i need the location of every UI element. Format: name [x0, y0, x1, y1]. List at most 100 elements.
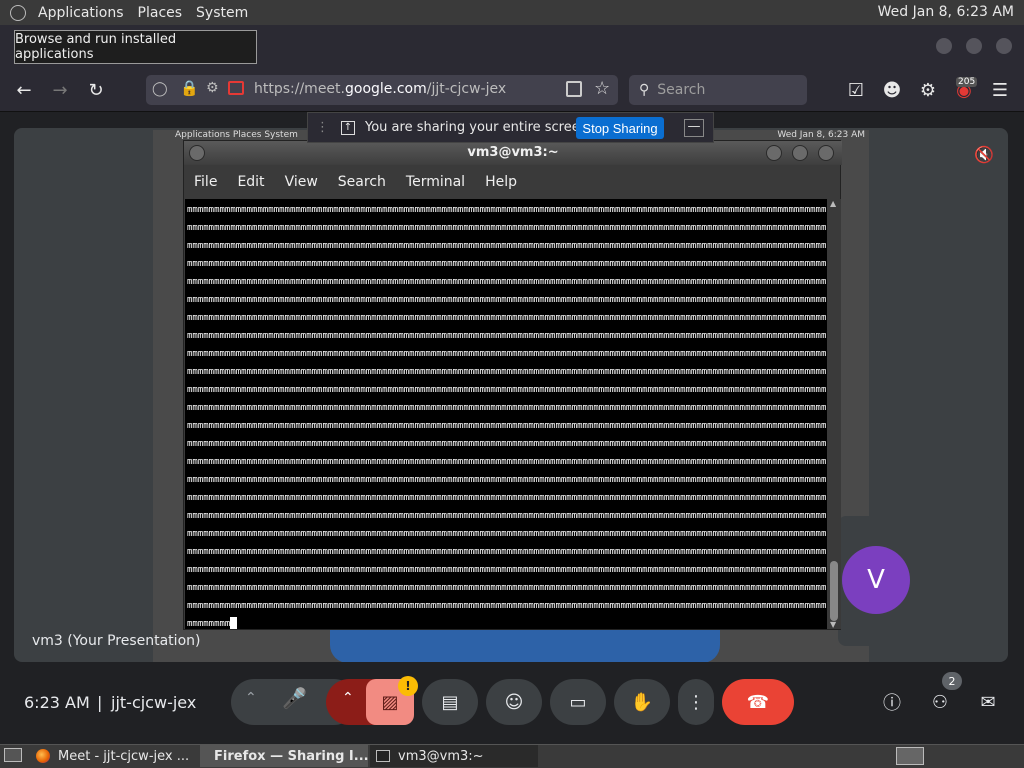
minimize-share-bar-icon[interactable]: — — [684, 119, 704, 137]
terminal-line: mmmmmmmmmmmmmmmmmmmmmmmmmmmmmmmmmmmmmmmm… — [187, 385, 827, 395]
taskbar-item-terminal[interactable]: vm3@vm3:~ — [370, 745, 538, 767]
stop-sharing-button[interactable]: Stop Sharing — [576, 117, 664, 139]
url-bar[interactable]: ◯ 🔒 ⚙ https://meet.google.com/jjt-cjcw-j… — [146, 75, 618, 105]
terminal-close-button[interactable] — [818, 145, 834, 161]
extension-count-badge: 205 — [956, 77, 978, 87]
terminal-scroll-thumb[interactable] — [830, 561, 838, 621]
terminal-window[interactable]: vm3@vm3:~ File Edit View Search Terminal… — [183, 140, 842, 630]
more-options-icon[interactable]: ⋮ — [678, 679, 714, 725]
scroll-down-icon[interactable]: ▼ — [830, 620, 836, 629]
workspace-switcher[interactable] — [896, 747, 924, 765]
system-top-bar: Applications Places System Wed Jan 8, 6:… — [0, 0, 1024, 25]
preview-mini-clock: Wed Jan 8, 6:23 AM — [777, 130, 865, 140]
menu-applications[interactable]: Applications — [38, 5, 124, 21]
terminal-menu-search[interactable]: Search — [338, 174, 386, 190]
terminal-line: mmmmmmmmmmmmmmmmmmmmmmmmmmmmmmmmmmmmmmmm… — [187, 349, 827, 359]
lock-icon[interactable]: 🔒 — [180, 79, 199, 97]
menu-places[interactable]: Places — [138, 5, 183, 21]
picture-in-picture-icon[interactable] — [566, 81, 582, 97]
terminal-cursor — [230, 616, 238, 629]
meeting-info-icon[interactable]: ⓘ — [878, 688, 906, 716]
terminal-line: mmmmmmmmmmmmmmmmmmmmmmmmmmmmmmmmmmmmmmmm… — [187, 367, 827, 377]
raise-hand-icon[interactable]: ✋ — [614, 679, 670, 725]
meeting-time: 6:23 AM — [24, 693, 90, 712]
time-separator: | — [97, 693, 103, 712]
emoji-reaction-icon[interactable]: ☺ — [486, 679, 542, 725]
permissions-icon[interactable]: ⚙ — [206, 80, 219, 96]
pocket-icon[interactable]: ☑ — [842, 76, 870, 104]
terminal-line: mmmmmmmmmmmmmmmmmmmmmmmmmmmmmmmmmmmmmmmm… — [187, 223, 827, 233]
search-placeholder: Search — [657, 82, 706, 98]
captions-icon[interactable]: ▤ — [422, 679, 478, 725]
screen-share-indicator-icon[interactable] — [228, 81, 244, 95]
terminal-line: mmmmmmmmmmmmmmmmmmmmmmmmmmmmmmmmmmmmmmmm… — [187, 241, 827, 251]
camera-warning-badge: ! — [398, 676, 418, 696]
share-screen-icon: ↑ — [341, 120, 355, 135]
terminal-line: mmmmmmmmmmmmmmmmmmmmmmmmmmmmmmmmmmmmmmmm… — [187, 457, 827, 467]
sharing-notification-bar: ⋮ ↑ You are sharing your entire screen. … — [307, 112, 714, 143]
chat-icon[interactable]: ✉ — [974, 688, 1002, 716]
drag-handle-icon[interactable]: ⋮ — [316, 120, 329, 135]
taskbar-item-meet[interactable]: Meet - jjt-cjcw-jex ... — [30, 745, 196, 767]
terminal-menu-file[interactable]: File — [194, 174, 217, 190]
meeting-code: jjt-cjcw-jex — [111, 693, 197, 712]
terminal-menu-edit[interactable]: Edit — [237, 174, 264, 190]
terminal-line: mmmmmmmmmmmmmmmmmmmmmmmmmmmmmmmmmmmmmmmm… — [187, 493, 827, 503]
bookmark-star-icon[interactable]: ☆ — [594, 78, 610, 99]
terminal-line: mmmmmmmmmmmmmmmmmmmmmmmmmmmmmmmmmmmmmmmm… — [187, 439, 827, 449]
terminal-text: mmmmmmmmmmmmmmmmmmmmmmmmmmmmmmmmmmmmmmmm… — [185, 199, 827, 629]
system-logo-icon[interactable] — [10, 4, 26, 21]
window-minimize-button[interactable] — [936, 38, 952, 54]
url-text[interactable]: https://meet.google.com/jjt-cjcw-jex — [254, 81, 506, 97]
terminal-icon — [376, 750, 390, 762]
terminal-line: mmmmmmmmmmmmmmmmmmmmmmmmmmmmmmmmmmmmmmmm… — [187, 475, 827, 485]
terminal-menu-help[interactable]: Help — [485, 174, 517, 190]
end-call-button[interactable]: ☎ — [722, 679, 794, 725]
window-close-button[interactable] — [996, 38, 1012, 54]
terminal-line: mmmmmmmmmmmmmmmmmmmmmmmmmmmmmmmmmmmmmmmm… — [187, 511, 827, 521]
account-icon[interactable]: ☻ — [878, 76, 906, 104]
extensions-icon[interactable]: ⚙ — [914, 76, 942, 104]
back-arrow-icon[interactable]: ← — [10, 76, 38, 104]
window-maximize-button[interactable] — [966, 38, 982, 54]
terminal-prompt-line: mmmmmmmm — [187, 615, 827, 629]
terminal-line: mmmmmmmmmmmmmmmmmmmmmmmmmmmmmmmmmmmmmmmm… — [187, 601, 827, 611]
terminal-line: mmmmmmmmmmmmmmmmmmmmmmmmmmmmmmmmmmmmmmmm… — [187, 295, 827, 305]
show-desktop-icon[interactable] — [4, 748, 22, 762]
terminal-line: mmmmmmmmmmmmmmmmmmmmmmmmmmmmmmmmmmmmmmmm… — [187, 547, 827, 557]
reload-icon[interactable]: ↻ — [82, 76, 110, 104]
people-count-badge: 2 — [942, 672, 962, 690]
terminal-line: mmmmmmmmmmmmmmmmmmmmmmmmmmmmmmmmmmmmmmmm… — [187, 529, 827, 539]
muted-speaker-icon[interactable]: 🔇 — [972, 142, 996, 166]
camera-options-chevron-icon[interactable]: ⌃ — [342, 690, 354, 706]
terminal-line: mmmmmmmmmmmmmmmmmmmmmmmmmmmmmmmmmmmmmmmm… — [187, 277, 827, 287]
terminal-title[interactable]: vm3@vm3:~ — [184, 141, 842, 165]
terminal-line: mmmmmmmmmmmmmmmmmmmmmmmmmmmmmmmmmmmmmmmm… — [187, 205, 827, 215]
forward-arrow-icon[interactable]: → — [46, 76, 74, 104]
terminal-line: mmmmmmmmmmmmmmmmmmmmmmmmmmmmmmmmmmmmmmmm… — [187, 421, 827, 431]
terminal-maximize-button[interactable] — [792, 145, 808, 161]
terminal-output[interactable]: mmmmmmmmmmmmmmmmmmmmmmmmmmmmmmmmmmmmmmmm… — [185, 199, 827, 629]
terminal-line: mmmmmmmmmmmmmmmmmmmmmmmmmmmmmmmmmmmmmmmm… — [187, 565, 827, 575]
sharing-message: You are sharing your entire screen. — [365, 120, 593, 135]
taskbar-item-firefox[interactable]: Firefox — Sharing I... — [200, 745, 368, 767]
microphone-icon[interactable]: 🎤 — [282, 686, 307, 710]
hamburger-menu-icon[interactable]: ☰ — [986, 76, 1014, 104]
search-bar[interactable]: ⚲ Search — [629, 75, 807, 105]
applications-tooltip: Browse and run installed applications — [14, 30, 257, 64]
terminal-menu-terminal[interactable]: Terminal — [406, 174, 465, 190]
menu-system[interactable]: System — [196, 5, 248, 21]
mic-options-chevron-icon[interactable]: ⌃ — [245, 690, 257, 706]
presentation-label: vm3 (Your Presentation) — [32, 633, 201, 649]
shield-icon[interactable]: ◯ — [152, 81, 168, 97]
present-screen-icon[interactable]: ▭ — [550, 679, 606, 725]
terminal-minimize-button[interactable] — [766, 145, 782, 161]
terminal-line: mmmmmmmmmmmmmmmmmmmmmmmmmmmmmmmmmmmmmmmm… — [187, 313, 827, 323]
people-icon[interactable]: ⚇ — [926, 688, 954, 716]
firefox-icon — [36, 749, 50, 763]
hangup-icon: ☎ — [746, 691, 770, 713]
terminal-menu-view[interactable]: View — [285, 174, 318, 190]
system-clock[interactable]: Wed Jan 8, 6:23 AM — [878, 4, 1014, 20]
terminal-menu-button[interactable] — [189, 145, 205, 161]
scroll-up-icon[interactable]: ▲ — [830, 199, 836, 208]
